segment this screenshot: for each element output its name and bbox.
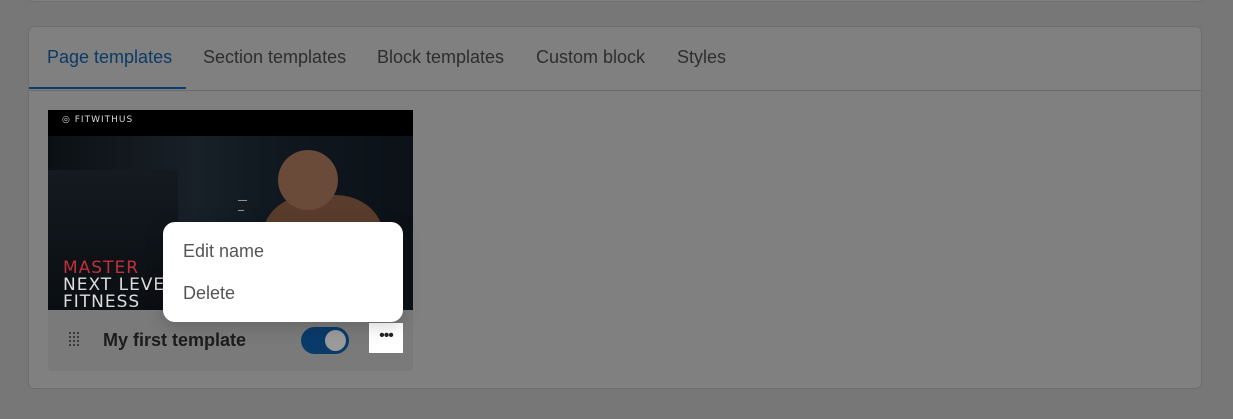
tab-section-templates[interactable]: Section templates xyxy=(203,27,346,89)
preview-logo: ◎ FITWITHUS xyxy=(62,115,133,125)
tab-page-templates[interactable]: Page templates xyxy=(47,27,172,89)
menu-item-edit-name[interactable]: Edit name xyxy=(183,241,264,262)
previous-panel-edge xyxy=(28,0,1204,2)
active-tab-indicator xyxy=(29,87,186,89)
more-options-icon[interactable]: ••• xyxy=(369,323,403,353)
tab-block-templates[interactable]: Block templates xyxy=(377,27,504,89)
toggle-knob xyxy=(325,330,346,351)
template-name: My first template xyxy=(103,330,247,350)
logo-icon: ◎ xyxy=(62,115,71,125)
tab-custom-block[interactable]: Custom block xyxy=(536,27,645,89)
templates-panel: Page templates Section templates Block t… xyxy=(28,26,1202,389)
template-tabs: Page templates Section templates Block t… xyxy=(29,27,1201,91)
menu-item-delete[interactable]: Delete xyxy=(183,283,235,304)
tab-styles[interactable]: Styles xyxy=(677,27,726,89)
template-context-menu: Edit name Delete xyxy=(163,222,403,322)
preview-hero-text: MASTER NEXT LEVEL FITNESS xyxy=(63,260,176,311)
preview-hero-line3: FITNESS xyxy=(63,292,141,311)
drag-handle-icon[interactable] xyxy=(69,332,81,348)
preview-logo-text: FITWITHUS xyxy=(74,115,134,125)
template-enabled-toggle[interactable] xyxy=(301,327,349,354)
